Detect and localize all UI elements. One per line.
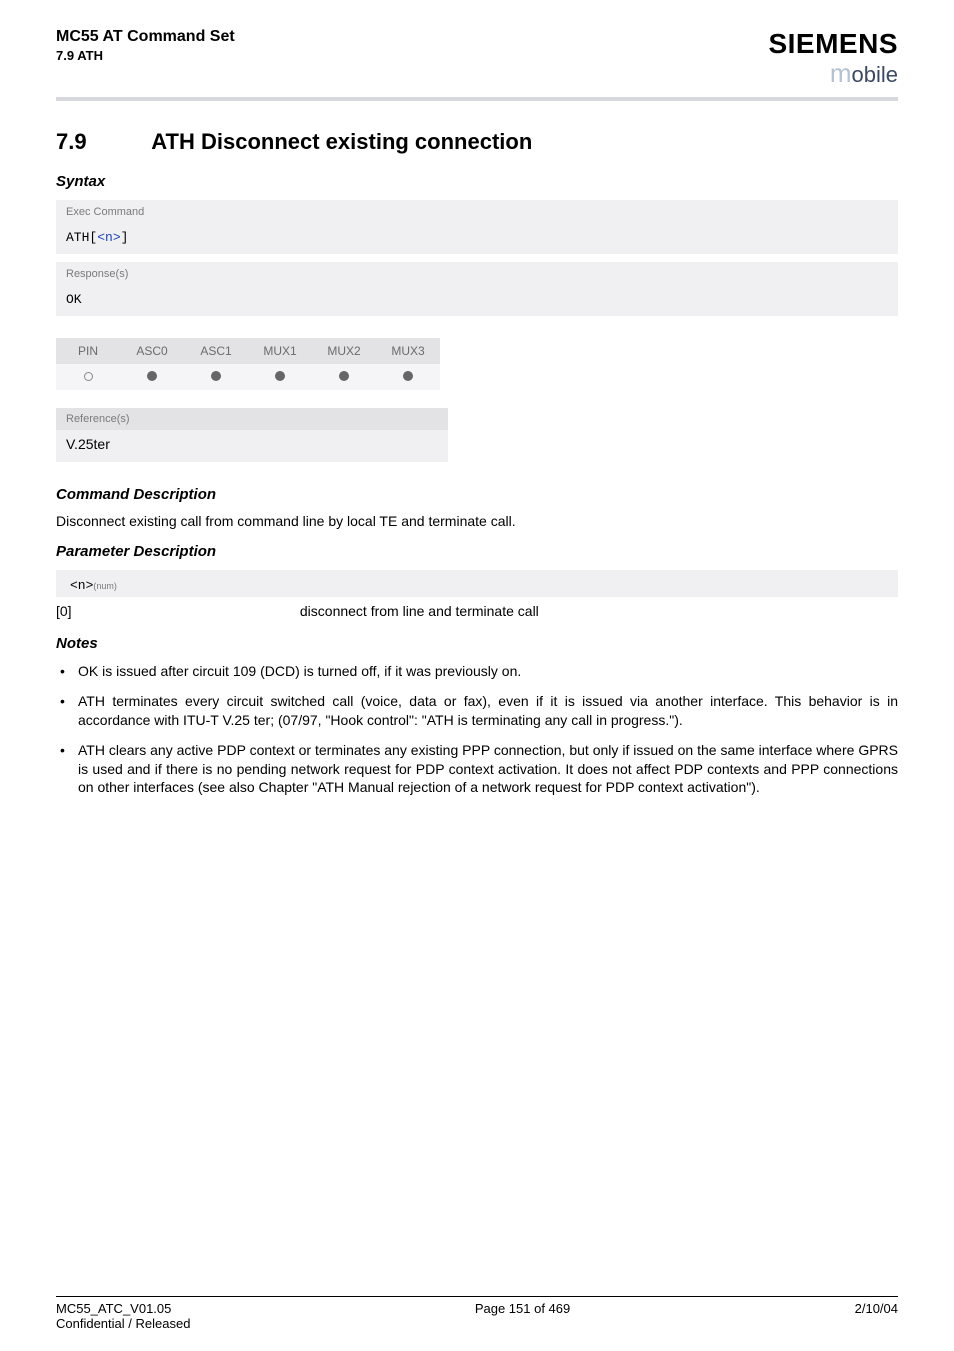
dot-open-icon: [84, 372, 93, 381]
exec-cmd-param-link[interactable]: <n>: [97, 230, 120, 245]
param-code: <n>: [70, 578, 93, 593]
col-mux3: MUX3: [376, 338, 440, 364]
siemens-logo: SIEMENS mobile: [768, 28, 898, 89]
dot-filled-icon: [275, 371, 285, 381]
param-value-line: [0] disconnect from line and terminate c…: [56, 603, 898, 619]
cell-mux3: [376, 364, 440, 390]
cell-asc1: [184, 364, 248, 390]
reference-box: Reference(s) V.25ter: [56, 408, 448, 462]
bracket-close: ]: [121, 230, 129, 245]
logo-m-glyph: m: [830, 58, 852, 88]
support-header-row: PIN ASC0 ASC1 MUX1 MUX2 MUX3: [56, 338, 440, 364]
exec-command-row: ATH[<n>]: [56, 224, 898, 254]
note-item: OK is issued after circuit 109 (DCD) is …: [56, 662, 898, 680]
cell-mux2: [312, 364, 376, 390]
cell-pin: [56, 364, 120, 390]
param-type-sup: (num): [93, 581, 117, 591]
logo-mobile-text: mobile: [768, 58, 898, 89]
logo-obile: obile: [852, 62, 898, 87]
exec-command-text: ATH[<n>]: [66, 230, 128, 245]
response-text: OK: [66, 292, 82, 307]
footer-date: 2/10/04: [855, 1301, 898, 1331]
dot-filled-icon: [403, 371, 413, 381]
col-asc1: ASC1: [184, 338, 248, 364]
parameter-description-heading: Parameter Description: [56, 543, 898, 560]
col-pin: PIN: [56, 338, 120, 364]
page-header: MC55 AT Command Set 7.9 ATH SIEMENS mobi…: [56, 28, 898, 101]
syntax-heading: Syntax: [56, 173, 898, 190]
footer-page-number: Page 151 of 469: [190, 1301, 854, 1331]
section-title: 7.9 ATH Disconnect existing connection: [56, 129, 898, 155]
footer-left: MC55_ATC_V01.05 Confidential / Released: [56, 1301, 190, 1331]
doc-subtitle: 7.9 ATH: [56, 48, 235, 63]
notes-heading: Notes: [56, 635, 898, 652]
note-item: ATH terminates every circuit switched ca…: [56, 692, 898, 729]
col-mux2: MUX2: [312, 338, 376, 364]
support-matrix-table: PIN ASC0 ASC1 MUX1 MUX2 MUX3: [56, 338, 440, 390]
col-asc0: ASC0: [120, 338, 184, 364]
header-left: MC55 AT Command Set 7.9 ATH: [56, 28, 235, 63]
dot-filled-icon: [147, 371, 157, 381]
doc-title: MC55 AT Command Set: [56, 28, 235, 46]
cell-asc0: [120, 364, 184, 390]
note-item: ATH clears any active PDP context or ter…: [56, 741, 898, 796]
cell-mux1: [248, 364, 312, 390]
response-row: OK: [56, 286, 898, 316]
reference-body: V.25ter: [56, 430, 448, 462]
footer-doc-version: MC55_ATC_V01.05: [56, 1301, 190, 1316]
exec-command-label: Exec Command: [56, 200, 898, 224]
command-description-text: Disconnect existing call from command li…: [56, 513, 898, 529]
reference-heading: Reference(s): [56, 408, 448, 430]
exec-cmd-prefix: ATH: [66, 230, 89, 245]
command-description-heading: Command Description: [56, 486, 898, 503]
syntax-block: Exec Command ATH[<n>] Response(s) OK: [56, 200, 898, 316]
section-heading-text: ATH Disconnect existing connection: [151, 129, 532, 154]
page-footer: MC55_ATC_V01.05 Confidential / Released …: [56, 1296, 898, 1331]
response-label: Response(s): [56, 262, 898, 286]
parameter-box: <n>(num): [56, 570, 898, 597]
section-number: 7.9: [56, 129, 146, 155]
footer-confidentiality: Confidential / Released: [56, 1316, 190, 1331]
support-value-row: [56, 364, 440, 390]
col-mux1: MUX1: [248, 338, 312, 364]
param-value-desc: disconnect from line and terminate call: [300, 603, 539, 619]
notes-list: OK is issued after circuit 109 (DCD) is …: [56, 662, 898, 797]
param-value-key: [0]: [56, 603, 296, 619]
dot-filled-icon: [211, 371, 221, 381]
logo-siemens-text: SIEMENS: [768, 28, 898, 60]
dot-filled-icon: [339, 371, 349, 381]
